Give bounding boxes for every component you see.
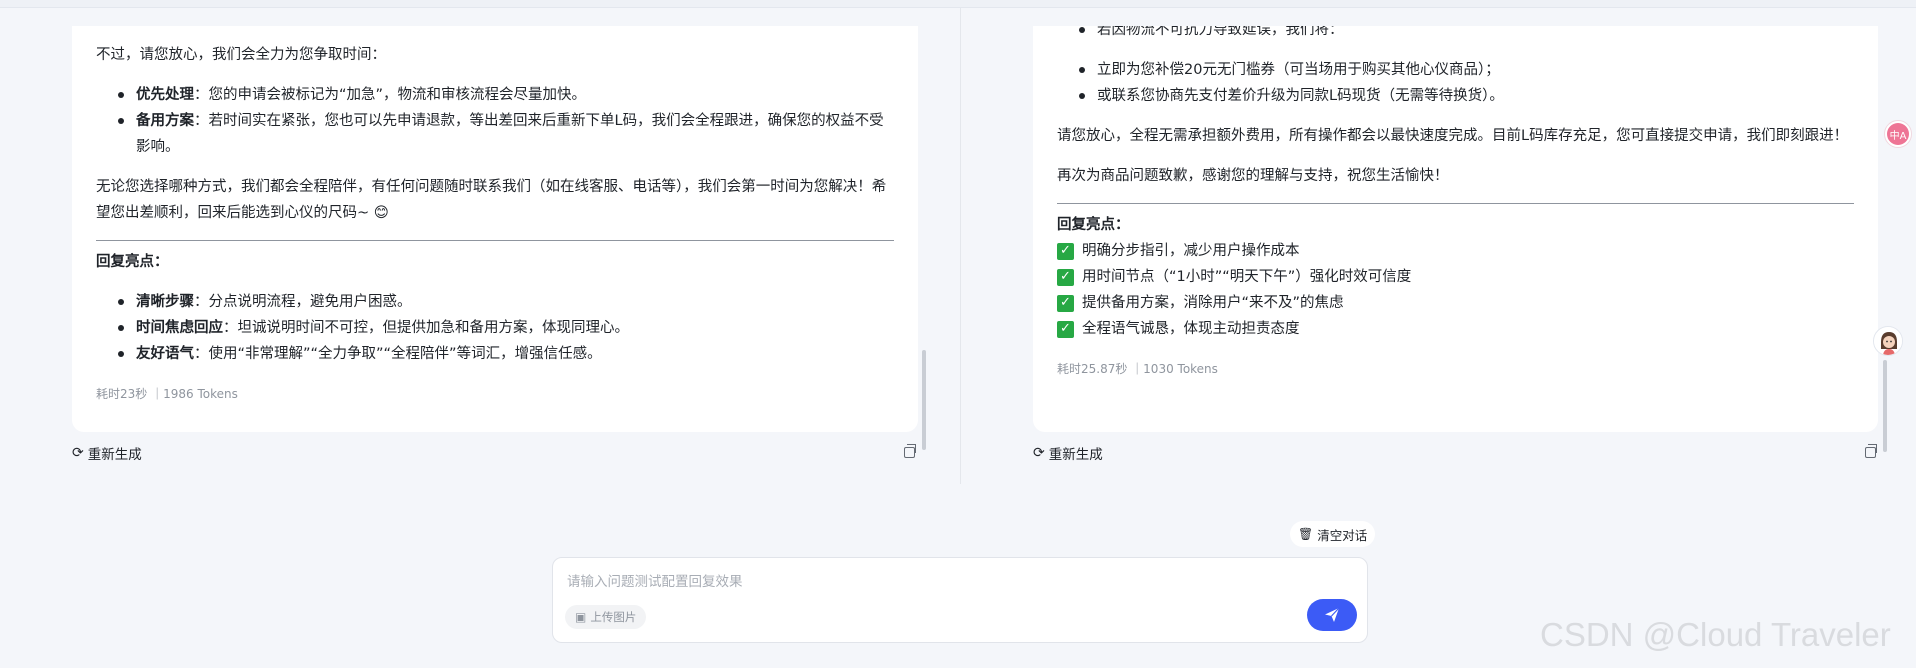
question-input[interactable]	[567, 570, 1337, 594]
check-text: 全程语气诚恳，体现主动担责态度	[1082, 321, 1300, 337]
highlight-bold: 清晰步骤	[136, 294, 194, 310]
list-item: 时间焦虑回应：坦诚说明时间不可控，但提供加急和备用方案，体现同理心。	[96, 315, 894, 341]
left-bullet-list: 优先处理：您的申请会被标记为“加急”，物流和审核流程会尽量加快。 备用方案：若时…	[96, 82, 894, 160]
right-cut-list: 若因物流不可抗力导致延误，我们将：	[1057, 26, 1854, 43]
check-item: ✓ 全程语气诚恳，体现主动担责态度	[1057, 316, 1854, 342]
left-closing: 无论您选择哪种方式，我们都会全程陪伴，有任何问题随时联系我们（如在线客服、电话等…	[96, 179, 887, 221]
copy-icon[interactable]	[904, 444, 916, 458]
list-item: 优先处理：您的申请会被标记为“加急”，物流和审核流程会尽量加快。	[96, 82, 894, 108]
top-bar	[0, 0, 1916, 8]
clear-conversation-button[interactable]: 🗑 清空对话	[1290, 521, 1376, 547]
left-response-card: 不过，请您放心，我们会全力为您争取时间： 优先处理：您的申请会被标记为“加急”，…	[72, 26, 918, 432]
right-para-2: 再次为商品问题致歉，感谢您的理解与支持，祝您生活愉快！	[1057, 168, 1449, 184]
left-meta: 耗时23秒 ｜1986 Tokens	[96, 387, 238, 401]
right-bullet-list: 立即为您补偿20元无门槛券（可当场用于购买其他心仪商品）； 或联系您协商先支付差…	[1057, 57, 1854, 109]
watermark: CSDN @Cloud Traveler	[1540, 616, 1891, 653]
check-item: ✓ 用时间节点（“1小时”“明天下午”）强化时效可信度	[1057, 264, 1854, 290]
copy-icon[interactable]	[1865, 444, 1877, 458]
highlight-text: ：坦诚说明时间不可控，但提供加急和备用方案，体现同理心。	[223, 320, 629, 336]
left-highlights-list: 清晰步骤：分点说明流程，避免用户困惑。 时间焦虑回应：坦诚说明时间不可控，但提供…	[96, 289, 894, 367]
list-item: 清晰步骤：分点说明流程，避免用户困惑。	[96, 289, 894, 315]
highlight-bold: 友好语气	[136, 346, 194, 362]
image-icon: ▣	[575, 610, 587, 624]
translate-icon: 中A	[1887, 123, 1909, 145]
list-item: 或联系您协商先支付差价升级为同款L码现货（无需等待换货）。	[1057, 83, 1854, 109]
highlights-title-text: 回复亮点：	[96, 254, 169, 270]
highlight-bold: 时间焦虑回应	[136, 320, 223, 336]
right-checklist: ✓ 明确分步指引，减少用户操作成本 ✓ 用时间节点（“1小时”“明天下午”）强化时效…	[1057, 238, 1854, 342]
translate-float-button[interactable]: 中A	[1884, 120, 1912, 148]
right-highlights-title: 回复亮点：	[1057, 212, 1854, 238]
bullet-bold: 备用方案	[136, 113, 194, 129]
right-scrollbar[interactable]	[1883, 360, 1887, 452]
refresh-icon: ⟳	[1033, 445, 1045, 461]
column-divider	[960, 8, 961, 484]
list-item: 立即为您补偿20元无门槛券（可当场用于购买其他心仪商品）；	[1057, 57, 1854, 83]
list-item: 友好语气：使用“非常理解”“全力争取”“全程陪伴”等词汇，增强信任感。	[96, 341, 894, 367]
upload-image-button[interactable]: ▣ 上传图片	[565, 605, 647, 629]
left-regenerate-button[interactable]: ⟳ 重新生成	[72, 443, 142, 463]
regenerate-label: 重新生成	[1048, 447, 1103, 463]
divider	[96, 240, 894, 241]
cut-line-text: 若因物流不可抗力导致延误，我们将：	[1097, 26, 1344, 38]
chat-input-box: ▣ 上传图片	[552, 557, 1368, 643]
checkmark-icon: ✓	[1057, 268, 1074, 286]
check-text: 提供备用方案，消除用户“来不及”的焦虑	[1082, 295, 1344, 311]
left-intro: 不过，请您放心，我们会全力为您争取时间：	[96, 47, 386, 63]
right-regenerate-button[interactable]: ⟳ 重新生成	[1033, 443, 1103, 463]
trash-icon: 🗑	[1298, 527, 1314, 541]
list-item: 若因物流不可抗力导致延误，我们将：	[1057, 26, 1854, 43]
highlight-text: ：分点说明流程，避免用户困惑。	[194, 294, 412, 310]
assistant-avatar[interactable]	[1873, 326, 1903, 356]
check-item: ✓ 明确分步指引，减少用户操作成本	[1057, 238, 1854, 264]
check-text: 用时间节点（“1小时”“明天下午”）强化时效可信度	[1082, 269, 1412, 285]
highlight-text: ：使用“非常理解”“全力争取”“全程陪伴”等词汇，增强信任感。	[194, 346, 602, 362]
checkmark-icon: ✓	[1057, 294, 1074, 312]
refresh-icon: ⟳	[72, 445, 84, 461]
left-highlights-title: 回复亮点：	[96, 249, 894, 275]
bullet-text: ：若时间实在紧张，您也可以先申请退款，等出差回来后重新下单L码，我们会全程跟进，…	[136, 113, 884, 155]
regenerate-label: 重新生成	[87, 447, 142, 463]
upload-label: 上传图片	[590, 610, 637, 624]
bullet-text: ：您的申请会被标记为“加急”，物流和审核流程会尽量加快。	[194, 87, 587, 103]
list-item: 备用方案：若时间实在紧张，您也可以先申请退款，等出差回来后重新下单L码，我们会全…	[96, 108, 894, 160]
avatar-image	[1874, 327, 1902, 355]
highlights-title-text: 回复亮点：	[1057, 217, 1130, 233]
checkmark-icon: ✓	[1057, 242, 1074, 260]
paper-plane-icon	[1325, 607, 1340, 622]
left-scrollbar[interactable]	[922, 350, 926, 450]
divider	[1057, 203, 1854, 204]
checkmark-icon: ✓	[1057, 320, 1074, 338]
right-para-1: 请您放心，全程无需承担额外费用，所有操作都会以最快速度完成。目前L码库存充足，您…	[1057, 128, 1849, 144]
send-button[interactable]	[1307, 599, 1357, 631]
check-text: 明确分步指引，减少用户操作成本	[1082, 243, 1300, 259]
right-meta: 耗时25.87秒 ｜1030 Tokens	[1057, 362, 1218, 376]
check-item: ✓ 提供备用方案，消除用户“来不及”的焦虑	[1057, 290, 1854, 316]
right-response-card: 若因物流不可抗力导致延误，我们将： 立即为您补偿20元无门槛券（可当场用于购买其…	[1033, 26, 1878, 432]
bullet-bold: 优先处理	[136, 87, 194, 103]
clear-label: 清空对话	[1317, 527, 1368, 543]
